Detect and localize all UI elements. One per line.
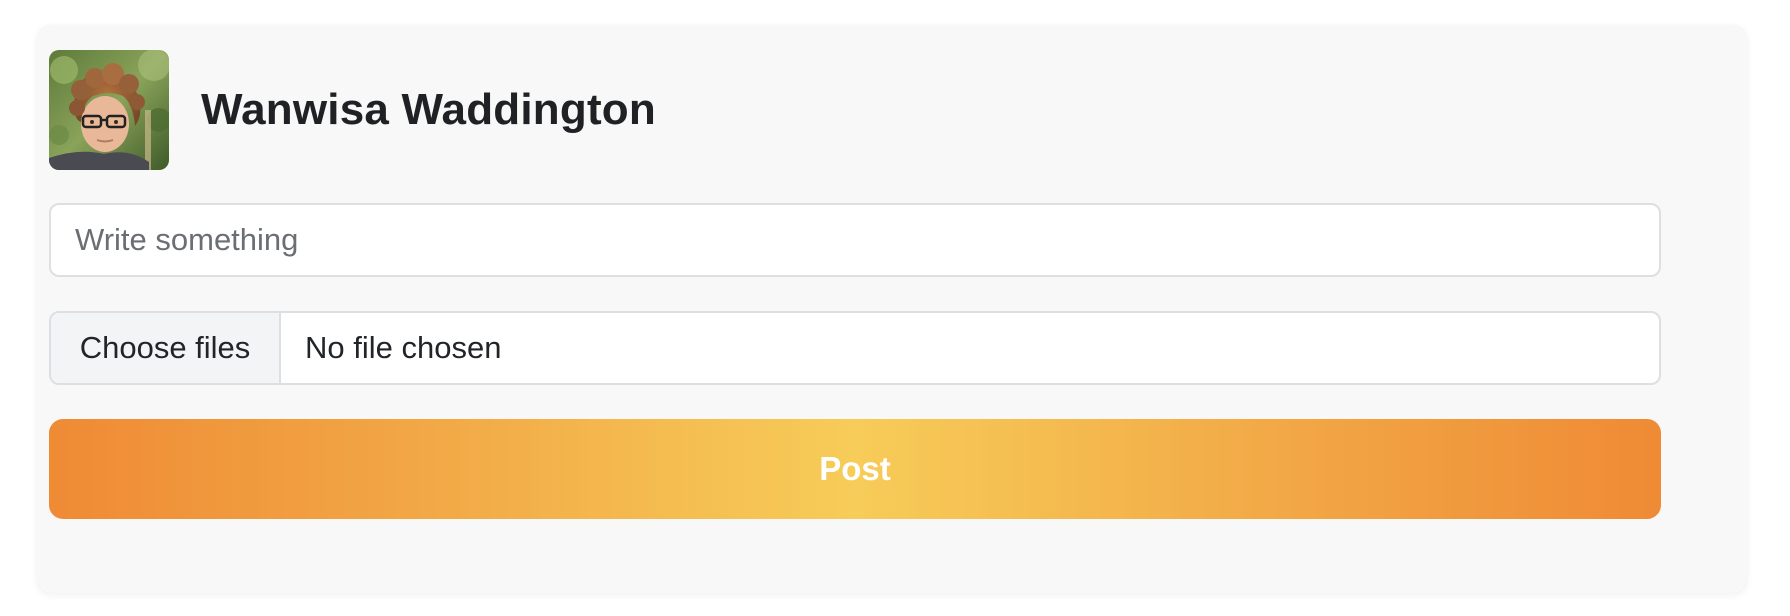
avatar-photo	[49, 50, 169, 170]
composer-header: Wanwisa Waddington	[49, 50, 656, 170]
file-picker[interactable]: Choose files No file chosen	[49, 311, 1661, 385]
choose-files-button[interactable]: Choose files	[51, 313, 281, 383]
avatar	[49, 50, 169, 170]
post-button[interactable]: Post	[49, 419, 1661, 519]
post-text-input[interactable]	[49, 203, 1661, 277]
file-status-text: No file chosen	[305, 330, 502, 365]
user-name: Wanwisa Waddington	[201, 85, 656, 134]
